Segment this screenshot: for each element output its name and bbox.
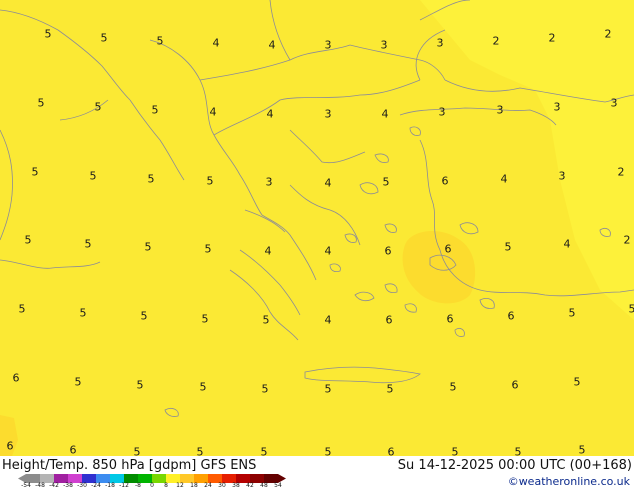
colorbar-tick-label: -48 (35, 483, 45, 489)
grid-value-label: 6 (442, 176, 449, 187)
forecast-datetime: Su 14-12-2025 00:00 UTC (00+168) (398, 458, 632, 473)
grid-value-label: 2 (605, 29, 612, 40)
grid-value-label: 4 (267, 109, 274, 120)
colorbar-tick-label: -54 (21, 483, 31, 489)
grid-value-label: 5 (629, 304, 634, 315)
grid-value-label: 5 (383, 177, 390, 188)
grid-value-label: 5 (200, 382, 207, 393)
grid-value-label: 4 (213, 38, 220, 49)
grid-value-label: 5 (157, 36, 164, 47)
grid-value-label: 3 (325, 40, 332, 51)
colorbar-tick-label: 48 (260, 483, 268, 489)
map-title: Height/Temp. 850 hPa [gdpm] GFS ENS (2, 458, 256, 473)
colorbar-tick-label: 54 (274, 483, 282, 489)
grid-value-label: 5 (574, 377, 581, 388)
grid-value-label: 5 (32, 167, 39, 178)
grid-value-label: 5 (90, 171, 97, 182)
grid-value-label: 6 (70, 445, 77, 456)
grid-value-label: 6 (512, 380, 519, 391)
colorbar-tick-label: 42 (246, 483, 254, 489)
grid-value-label: 3 (266, 177, 273, 188)
grid-value-label: 5 (325, 384, 332, 395)
grid-value-label: 6 (386, 315, 393, 326)
grid-value-label: 4 (325, 246, 332, 257)
grid-value-label: 5 (387, 384, 394, 395)
grid-value-label: 4 (265, 246, 272, 257)
grid-value-label: 5 (207, 176, 214, 187)
grid-value-label: 6 (447, 314, 454, 325)
grid-value-label: 6 (385, 246, 392, 257)
grid-value-label: 5 (450, 382, 457, 393)
colorbar-tick-label: 24 (204, 483, 212, 489)
grid-value-label: 3 (439, 107, 446, 118)
colorbar-tick-label: 12 (176, 483, 184, 489)
grid-value-label: 4 (382, 109, 389, 120)
grid-value-label: 5 (148, 174, 155, 185)
grid-value-label: 2 (493, 36, 500, 47)
grid-value-label: 4 (501, 174, 508, 185)
grid-value-label: 5 (202, 314, 209, 325)
grid-value-label: 4 (564, 239, 571, 250)
color-scale-bar (18, 474, 298, 483)
grid-value-label: 5 (141, 311, 148, 322)
map-canvas (0, 0, 634, 456)
weather-map: 5 5 5 4 4 3 3 3 2 2 2 5 5 5 4 4 3 4 3 3 3 3 5 5 5 5 3 4 5 6 4 3 2 5 5 5 5 4 4 6… (0, 0, 634, 456)
colorbar-tick-label: -30 (77, 483, 87, 489)
grid-value-label: 5 (579, 445, 586, 456)
colorbar-tick-label: 8 (164, 483, 168, 489)
grid-value-label: 4 (269, 40, 276, 51)
grid-value-label: 3 (437, 38, 444, 49)
grid-value-label: 5 (95, 102, 102, 113)
grid-value-label: 5 (263, 315, 270, 326)
grid-value-label: 6 (7, 441, 14, 452)
grid-value-label: 5 (25, 235, 32, 246)
grid-value-label: 5 (38, 98, 45, 109)
grid-value-label: 3 (559, 171, 566, 182)
grid-value-label: 5 (45, 29, 52, 40)
colorbar-tick-label: -18 (105, 483, 115, 489)
grid-value-label: 5 (505, 242, 512, 253)
grid-value-label: 3 (611, 98, 618, 109)
grid-value-label: 5 (101, 33, 108, 44)
grid-value-label: 6 (508, 311, 515, 322)
grid-value-label: 3 (554, 102, 561, 113)
colorbar-tick-label: 18 (190, 483, 198, 489)
credit-link[interactable]: ©weatheronline.co.uk (508, 475, 630, 488)
colorbar-tick-label: -24 (91, 483, 101, 489)
grid-value-label: 5 (145, 242, 152, 253)
grid-value-label: 5 (262, 384, 269, 395)
colorbar-tick-label: -8 (135, 483, 141, 489)
grid-value-label: 3 (381, 40, 388, 51)
grid-value-label: 6 (445, 244, 452, 255)
grid-value-label: 4 (210, 107, 217, 118)
grid-value-label: 5 (80, 308, 87, 319)
grid-value-label: 4 (325, 315, 332, 326)
colorbar-tick-label: -12 (119, 483, 129, 489)
colorbar-tick-label: 0 (150, 483, 154, 489)
grid-value-label: 5 (152, 105, 159, 116)
colorbar-tick-label: 38 (232, 483, 240, 489)
grid-value-label: 3 (497, 105, 504, 116)
colorbar-tick-label: -38 (63, 483, 73, 489)
grid-value-label: 4 (325, 178, 332, 189)
grid-value-label: 5 (137, 380, 144, 391)
grid-value-label: 2 (618, 167, 625, 178)
colorbar-tick-label: -42 (49, 483, 59, 489)
map-footer: Height/Temp. 850 hPa [gdpm] GFS ENS Su 1… (0, 456, 634, 490)
grid-value-label: 5 (205, 244, 212, 255)
grid-value-label: 5 (85, 239, 92, 250)
grid-value-label: 3 (325, 109, 332, 120)
grid-value-label: 5 (569, 308, 576, 319)
colorbar-tick-label: 30 (218, 483, 226, 489)
grid-value-label: 2 (549, 33, 556, 44)
grid-value-label: 2 (624, 235, 631, 246)
grid-value-label: 5 (75, 377, 82, 388)
grid-value-label: 6 (13, 373, 20, 384)
grid-value-label: 5 (19, 304, 26, 315)
